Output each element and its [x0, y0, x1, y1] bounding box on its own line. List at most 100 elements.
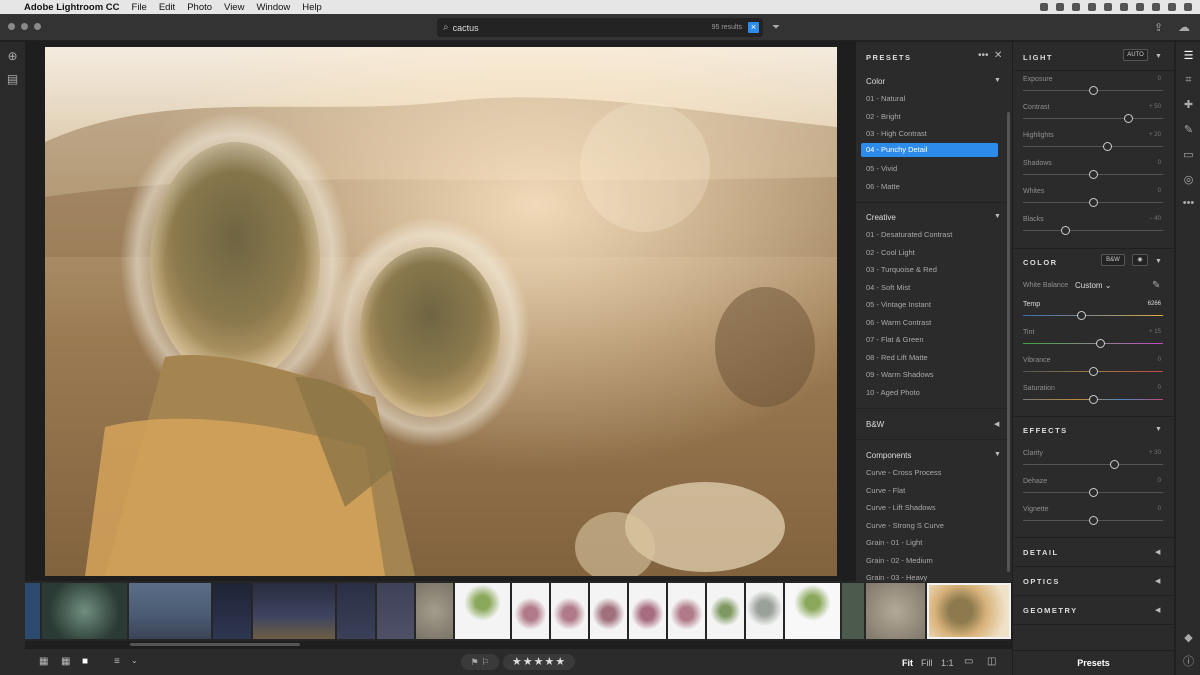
light-section-title[interactable]: LIGHT	[1023, 53, 1053, 62]
filmstrip-toggle-icon[interactable]: ▭	[964, 656, 973, 667]
chevron-down-icon[interactable]: ▼	[994, 451, 1001, 458]
slider-knob[interactable]	[1077, 311, 1087, 320]
slider-value[interactable]: 0	[1158, 385, 1161, 391]
add-photos-icon[interactable]: ⊕	[6, 50, 19, 63]
zoom-fill-button[interactable]: Fill	[921, 658, 933, 668]
slider-knob[interactable]	[1088, 516, 1098, 525]
slider-knob[interactable]	[1060, 226, 1070, 235]
color-mixer-icon[interactable]: ◉	[1132, 254, 1148, 266]
cast-icon[interactable]	[1072, 3, 1080, 11]
edit-sliders-icon[interactable]: ☰	[1182, 50, 1195, 63]
filmstrip-thumbnail[interactable]	[785, 583, 840, 639]
zoom-1to1-button[interactable]: 1:1	[941, 658, 954, 668]
slider-value[interactable]: + 30	[1149, 450, 1161, 456]
slider-track[interactable]	[1023, 118, 1163, 119]
filmstrip-thumbnail[interactable]	[25, 583, 40, 639]
preset-item-selected[interactable]: 04 - Punchy Detail	[861, 143, 998, 157]
preset-item[interactable]: 01 - Desaturated Contrast	[866, 230, 952, 239]
menu-photo[interactable]: Photo	[187, 2, 212, 13]
slider-track[interactable]	[1023, 343, 1163, 344]
filmstrip-thumbnail[interactable]	[842, 583, 864, 639]
chevron-down-icon[interactable]: ⌄	[131, 656, 138, 665]
preset-item[interactable]: 03 - Turquoise & Red	[866, 265, 937, 274]
preset-item[interactable]: 10 - Aged Photo	[866, 388, 920, 397]
sort-icon[interactable]: ≡	[114, 656, 120, 667]
menu-view[interactable]: View	[224, 2, 244, 13]
info-icon[interactable]: ⓘ	[1182, 656, 1195, 669]
detail-view-icon[interactable]: ■	[82, 656, 88, 667]
filmstrip-thumbnail[interactable]	[253, 583, 335, 639]
slider-knob[interactable]	[1088, 86, 1098, 95]
record-icon[interactable]	[1040, 3, 1048, 11]
filmstrip-thumbnail-selected[interactable]	[927, 583, 1011, 639]
preset-group-color[interactable]: Color	[866, 77, 885, 86]
linear-gradient-icon[interactable]: ▭	[1182, 149, 1195, 162]
chevron-down-icon[interactable]: ▼	[994, 77, 1001, 84]
minimize-window-button[interactable]	[21, 23, 28, 30]
preset-item[interactable]: 01 - Natural	[866, 94, 905, 103]
filmstrip-thumbnail[interactable]	[42, 583, 127, 639]
filmstrip-scrollbar[interactable]	[25, 641, 1011, 647]
chevron-down-icon[interactable]: ▼	[994, 213, 1001, 220]
menu-edit[interactable]: Edit	[159, 2, 175, 13]
filmstrip-thumbnail[interactable]	[377, 583, 414, 639]
filmstrip-thumbnail[interactable]	[512, 583, 549, 639]
filmstrip-thumbnail[interactable]	[337, 583, 375, 639]
preset-item[interactable]: Grain - 01 - Light	[866, 538, 922, 547]
presets-scrollbar[interactable]	[1007, 112, 1010, 572]
slider-knob[interactable]	[1123, 114, 1133, 123]
slider-value[interactable]: 0	[1158, 76, 1161, 82]
scrollbar-thumb[interactable]	[130, 643, 300, 646]
filmstrip-thumbnail[interactable]	[590, 583, 627, 639]
preset-item[interactable]: 06 - Warm Contrast	[866, 318, 931, 327]
preset-group-creative[interactable]: Creative	[866, 213, 896, 222]
eyedropper-icon[interactable]: ✎	[1152, 280, 1160, 291]
calendar-icon[interactable]	[1104, 3, 1112, 11]
preset-item[interactable]: 03 - High Contrast	[866, 129, 927, 138]
bluetooth-icon[interactable]	[1136, 3, 1144, 11]
more-options-icon[interactable]: •••	[978, 50, 989, 61]
shield-icon[interactable]	[1088, 3, 1096, 11]
filmstrip-thumbnail[interactable]	[416, 583, 453, 639]
preset-item[interactable]: 05 - Vivid	[866, 164, 897, 173]
preset-item[interactable]: Grain - 02 - Medium	[866, 556, 933, 565]
filmstrip-thumbnail[interactable]	[746, 583, 783, 639]
slider-knob[interactable]	[1088, 395, 1098, 404]
preset-item[interactable]: 09 - Warm Shadows	[866, 370, 934, 379]
preset-item[interactable]: 02 - Bright	[866, 112, 901, 121]
preset-group-bw[interactable]: B&W	[866, 420, 884, 429]
close-window-button[interactable]	[8, 23, 15, 30]
search-input[interactable]: cactus	[453, 23, 712, 33]
presets-button[interactable]: Presets	[1013, 650, 1174, 675]
preset-item[interactable]: 02 - Cool Light	[866, 248, 915, 257]
filmstrip-thumbnail[interactable]	[551, 583, 588, 639]
chevron-down-icon[interactable]: ▼	[1155, 258, 1162, 265]
slider-knob[interactable]	[1088, 488, 1098, 497]
slider-value[interactable]: 0	[1158, 506, 1161, 512]
color-section-title[interactable]: COLOR	[1023, 258, 1058, 267]
slider-knob[interactable]	[1088, 198, 1098, 207]
preset-item[interactable]: 06 - Matte	[866, 182, 900, 191]
main-photo[interactable]	[45, 47, 837, 576]
filmstrip[interactable]	[25, 581, 1011, 641]
healing-brush-icon[interactable]: ✚	[1182, 99, 1195, 112]
slider-value[interactable]: + 50	[1149, 104, 1161, 110]
dropbox-icon[interactable]	[1120, 3, 1128, 11]
photo-grid-icon[interactable]: ▦	[61, 656, 70, 667]
slider-track[interactable]	[1023, 230, 1163, 231]
white-balance-dropdown[interactable]: Custom ⌄	[1075, 281, 1112, 290]
zoom-window-button[interactable]	[34, 23, 41, 30]
slider-value[interactable]: + 20	[1149, 132, 1161, 138]
effects-section-title[interactable]: EFFECTS	[1023, 426, 1068, 435]
wifi-icon[interactable]	[1152, 3, 1160, 11]
spotlight-icon[interactable]	[1168, 3, 1176, 11]
close-icon[interactable]: ✕	[994, 50, 1002, 61]
slider-track[interactable]	[1023, 315, 1163, 316]
filmstrip-thumbnail[interactable]	[866, 583, 925, 639]
slider-knob[interactable]	[1088, 367, 1098, 376]
more-icon[interactable]: •••	[1182, 197, 1195, 210]
cloud-sync-icon[interactable]: ☁	[1178, 20, 1190, 34]
filmstrip-thumbnail[interactable]	[707, 583, 744, 639]
optics-section-title[interactable]: OPTICS	[1023, 577, 1060, 586]
slider-value[interactable]: 0	[1158, 188, 1161, 194]
